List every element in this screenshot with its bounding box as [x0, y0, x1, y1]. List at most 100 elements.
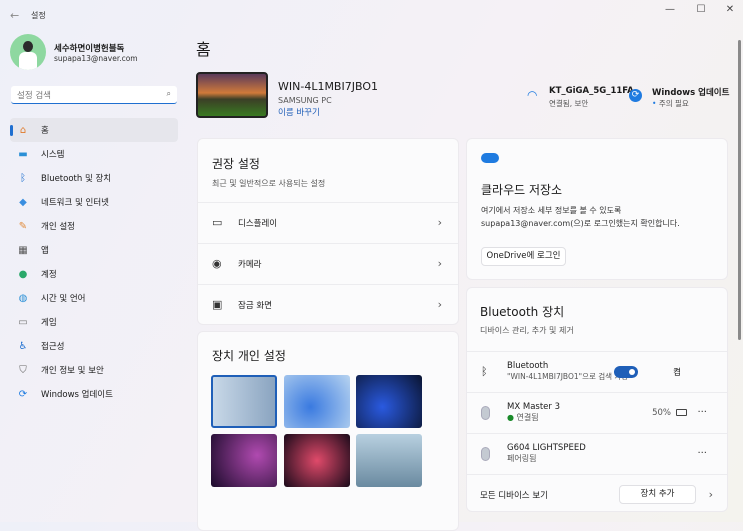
- update-state: • 주의 필요: [652, 99, 689, 108]
- bluetooth-footer: 모든 디바이스 보기 장치 추가 ›: [467, 474, 727, 514]
- pc-name: WIN-4L1MBI7JBO1: [278, 80, 378, 93]
- recommended-item[interactable]: ◉ 카메라 ›: [198, 243, 458, 283]
- bluetooth-subtitle: 디바이스 관리, 추가 및 제거: [480, 326, 574, 335]
- recommended-card: 권장 설정 최근 및 일반적으로 사용되는 설정 ▭ 디스플레이 › ◉ 카메라 › ▣ 잠금…: [197, 138, 459, 325]
- device-status: ● 연결됨: [507, 413, 539, 422]
- pc-wallpaper-thumbnail: [196, 72, 268, 118]
- user-email: supapa13@naver.com: [54, 54, 138, 63]
- sidebar-item-label: Bluetooth 및 장치: [41, 174, 112, 184]
- network-icon: ◆: [19, 196, 27, 208]
- avatar[interactable]: [10, 34, 46, 70]
- title-bar: ← 설정 — ☐ ✕: [0, 0, 743, 30]
- more-options-button[interactable]: ···: [697, 407, 707, 418]
- window-title: 설정: [31, 11, 46, 20]
- view-all-devices-link[interactable]: 모든 디바이스 보기: [480, 489, 548, 501]
- theme-thumbnail[interactable]: [356, 434, 422, 487]
- sidebar-item-label: 개인 설정: [41, 222, 75, 232]
- more-options-button[interactable]: ···: [697, 448, 707, 459]
- recommended-item-label: 잠금 화면: [238, 300, 272, 311]
- wifi-icon: ◠: [527, 88, 538, 102]
- theme-thumbnail[interactable]: [356, 375, 422, 428]
- bluetooth-row: ᛒ Bluetooth "WIN-4L1MBI7JBO1"으로 검색 가능 켬: [467, 351, 727, 391]
- globe-icon: ◍: [18, 292, 28, 304]
- user-name: 세수하면이병헌블독: [54, 44, 125, 54]
- battery-level: 50%: [652, 407, 671, 418]
- mouse-icon: [481, 405, 490, 420]
- minimize-button[interactable]: —: [660, 4, 680, 15]
- chevron-right-icon[interactable]: ›: [709, 488, 713, 501]
- personalize-card: 장치 개인 설정: [197, 331, 459, 531]
- sidebar-item-label: 시스템: [41, 150, 65, 160]
- sidebar-item[interactable]: ᛒ Bluetooth 및 장치: [10, 166, 178, 190]
- recommended-item[interactable]: ▣ 잠금 화면 ›: [198, 284, 458, 324]
- chevron-right-icon: ›: [437, 298, 442, 311]
- sidebar-item-label: 앱: [41, 246, 49, 256]
- shield-icon: ⛉: [19, 364, 27, 376]
- accessibility-icon: ♿: [18, 340, 28, 352]
- recommended-subtitle: 최근 및 일반적으로 사용되는 설정: [212, 179, 326, 188]
- recommended-item-label: 디스플레이: [238, 218, 278, 229]
- mouse-icon: [481, 446, 490, 461]
- account-icon: ●: [18, 268, 28, 280]
- setting-icon: ▭: [212, 216, 223, 229]
- apps-icon: ▦: [18, 244, 28, 256]
- sidebar-item-label: 시간 및 언어: [41, 294, 86, 304]
- sidebar-item[interactable]: ● 계정: [10, 262, 178, 286]
- device-row[interactable]: G604 LIGHTSPEED 페어링됨 ···: [467, 433, 727, 473]
- pc-model: SAMSUNG PC: [278, 96, 332, 105]
- sidebar-item-label: 개인 정보 및 보안: [41, 366, 104, 376]
- sidebar-item-label: 홈: [41, 126, 49, 136]
- search-input[interactable]: 설정 검색 ⌕: [11, 86, 177, 104]
- bluetooth-toggle[interactable]: [614, 365, 639, 378]
- search-icon: ⌕: [166, 89, 171, 98]
- bluetooth-title: Bluetooth 장치: [480, 305, 565, 319]
- sidebar-item[interactable]: ✎ 개인 설정: [10, 214, 178, 238]
- sidebar-nav: ⌂ 홈 ▬ 시스템 ᛒ Bluetooth 및 장치 ◆ 네트워크 및 인터넷 ✎ 개인 설정 ▦ 앱…: [10, 118, 178, 406]
- add-device-button[interactable]: 장치 추가: [619, 485, 696, 504]
- sidebar-item[interactable]: ⛉ 개인 정보 및 보안: [10, 358, 178, 382]
- device-status: 페어링됨: [507, 454, 537, 463]
- back-button[interactable]: ←: [10, 9, 19, 22]
- theme-thumbnail[interactable]: [284, 375, 350, 428]
- sidebar-item[interactable]: ▬ 시스템: [10, 142, 178, 166]
- device-name: G604 LIGHTSPEED: [507, 443, 586, 453]
- bluetooth-label: Bluetooth: [507, 361, 549, 371]
- sidebar-item-label: Windows 업데이트: [41, 390, 113, 400]
- home-icon: ⌂: [19, 124, 27, 136]
- chevron-right-icon: ›: [437, 216, 442, 229]
- sidebar-item-label: 계정: [41, 270, 57, 280]
- bluetooth-desc: "WIN-4L1MBI7JBO1"으로 검색 가능: [507, 372, 629, 381]
- page-title: 홈: [196, 40, 211, 59]
- recommended-item-label: 카메라: [238, 259, 262, 270]
- setting-icon: ◉: [212, 257, 222, 270]
- battery-icon: [676, 409, 687, 416]
- personalize-title: 장치 개인 설정: [212, 349, 286, 363]
- device-row[interactable]: MX Master 3 ● 연결됨 50% ···: [467, 392, 727, 432]
- wifi-name: KT_GiGA_5G_11FA: [549, 86, 634, 96]
- device-name: MX Master 3: [507, 402, 560, 412]
- brush-icon: ✎: [18, 220, 28, 232]
- theme-thumbnail[interactable]: [211, 375, 277, 428]
- sidebar-item[interactable]: ⟳ Windows 업데이트: [10, 382, 178, 406]
- gamepad-icon: ▭: [18, 316, 28, 328]
- sidebar-item[interactable]: ▦ 앱: [10, 238, 178, 262]
- sidebar-item[interactable]: ♿ 접근성: [10, 334, 178, 358]
- chevron-right-icon: ›: [437, 257, 442, 270]
- cloud-icon: [481, 153, 499, 163]
- cloud-desc-1: 여기에서 저장소 세부 정보를 볼 수 있도록: [481, 206, 622, 215]
- sidebar-item[interactable]: ◍ 시간 및 언어: [10, 286, 178, 310]
- cloud-title: 클라우드 저장소: [481, 183, 563, 197]
- onedrive-login-button[interactable]: OneDrive에 로그인: [481, 247, 566, 266]
- sidebar-item[interactable]: ⌂ 홈: [10, 118, 178, 142]
- theme-thumbnail[interactable]: [211, 434, 277, 487]
- sidebar-item-label: 네트워크 및 인터넷: [41, 198, 109, 208]
- maximize-button[interactable]: ☐: [691, 4, 711, 15]
- rename-link[interactable]: 이름 바꾸기: [278, 106, 320, 118]
- recommended-item[interactable]: ▭ 디스플레이 ›: [198, 202, 458, 242]
- scrollbar[interactable]: [738, 40, 741, 340]
- sidebar-item[interactable]: ▭ 게임: [10, 310, 178, 334]
- sidebar-item[interactable]: ◆ 네트워크 및 인터넷: [10, 190, 178, 214]
- close-button[interactable]: ✕: [720, 4, 740, 15]
- theme-thumbnail[interactable]: [284, 434, 350, 487]
- search-placeholder: 설정 검색: [17, 91, 51, 101]
